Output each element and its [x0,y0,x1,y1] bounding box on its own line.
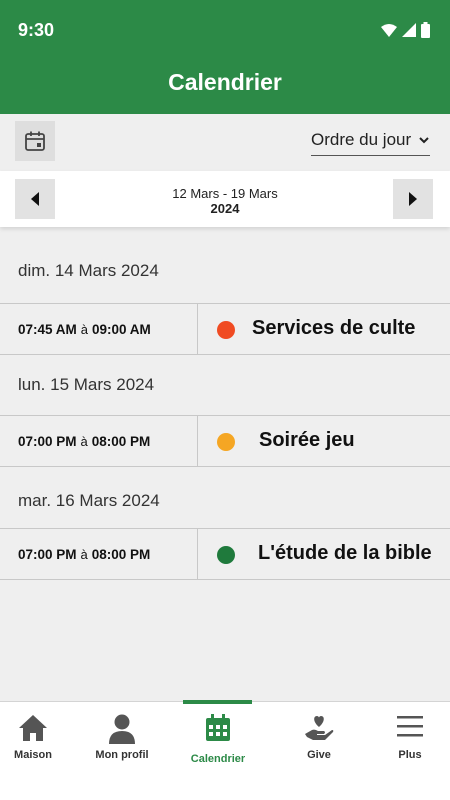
battery-icon [421,22,430,38]
event-time: 07:45 AM à 09:00 AM [0,304,198,354]
bottom-navigation: Maison Mon profil Calendrier Give Plus [0,700,450,800]
event-time: 07:00 PM à 08:00 PM [0,416,198,466]
week-range: 12 Mars - 19 Mars 2024 [0,186,450,216]
event-color-dot [217,433,235,451]
wifi-icon [381,23,397,37]
event-time-separator: à [80,321,89,337]
person-icon [109,714,135,744]
event-title: L'étude de la bible [258,542,432,564]
date-picker-button[interactable] [15,121,55,161]
active-indicator [183,700,252,704]
chevron-right-icon [409,192,417,206]
toolbar: Ordre du jour [0,114,450,168]
event-end: 08:00 PM [91,433,151,449]
calendar-icon [206,714,230,741]
chevron-down-icon [419,137,429,144]
day-header: lun. 15 Mars 2024 [18,375,155,394]
event-time: 07:00 PM à 08:00 PM [0,529,198,579]
status-bar: 9:30 [0,0,450,60]
app-bar: Calendrier [0,60,450,114]
event-color-dot [217,546,235,564]
nav-item-mon-profil[interactable]: Mon profil [77,702,167,792]
week-range-dates: 12 Mars - 19 Mars [172,186,278,201]
event-start: 07:00 PM [18,433,77,449]
event-time-separator: à [80,433,88,449]
nav-label: Maison [14,749,52,761]
event-row[interactable]: 07:45 AM à 09:00 AM Services de culte [0,303,450,355]
event-title: Services de culte [252,317,416,339]
day-header: mar. 16 Mars 2024 [18,491,160,510]
calendar-icon [25,131,45,151]
week-range-year: 2024 [210,201,240,216]
day-header: dim. 14 Mars 2024 [18,261,159,280]
nav-label: Mon profil [95,749,149,761]
event-title: Soirée jeu [259,429,355,451]
event-time-separator: à [80,546,88,562]
status-time: 9:30 [18,20,55,40]
order-select[interactable]: Ordre du jour [311,130,430,156]
nav-item-maison[interactable]: Maison [0,702,78,792]
page-title: Calendrier [168,69,282,95]
event-color-dot [217,321,235,339]
event-start: 07:00 PM [18,546,77,562]
event-end: 08:00 PM [91,546,151,562]
nav-label: Give [307,749,331,761]
home-icon [19,715,47,741]
next-week-button[interactable] [393,179,433,219]
nav-label: Calendrier [190,753,246,765]
give-icon [305,716,334,740]
status-icons [381,22,430,38]
event-row[interactable]: 07:00 PM à 08:00 PM L'étude de la bible [0,528,450,580]
week-navigator: 12 Mars - 19 Mars 2024 [0,171,450,227]
nav-item-give[interactable]: Give [274,702,364,792]
nav-item-plus[interactable]: Plus [365,702,450,792]
event-end: 09:00 AM [92,321,151,337]
menu-icon [397,716,423,737]
nav-item-calendrier[interactable]: Calendrier [173,700,263,792]
event-row[interactable]: 07:00 PM à 08:00 PM Soirée jeu [0,415,450,467]
order-select-value: Ordre du jour [311,130,412,149]
signal-icon [402,23,416,37]
nav-label: Plus [398,749,422,761]
event-start: 07:45 AM [18,321,77,337]
